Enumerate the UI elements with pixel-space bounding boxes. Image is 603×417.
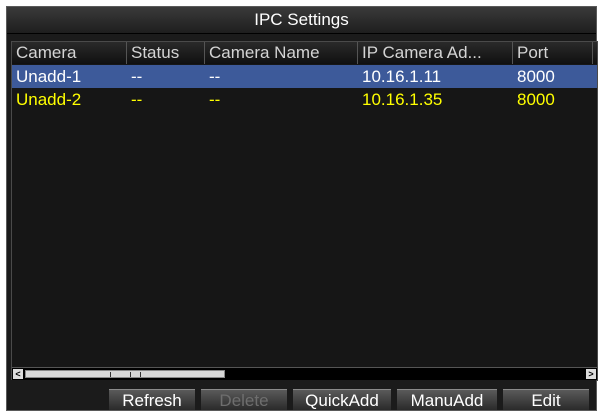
cell-ip-address: 10.16.1.11: [362, 67, 442, 86]
column-header-camera[interactable]: Camera: [12, 42, 127, 64]
column-header-port[interactable]: Port: [513, 42, 593, 64]
table-header: Camera Status Camera Name IP Camera Ad..…: [12, 42, 597, 64]
scroll-grip-mark: [110, 372, 111, 377]
column-header-camera-name[interactable]: Camera Name: [205, 42, 358, 64]
camera-table: Camera Status Camera Name IP Camera Ad..…: [11, 41, 598, 381]
cell-port: 8000: [517, 67, 555, 86]
button-bar: Refresh Delete QuickAdd ManuAdd Edit: [7, 380, 596, 410]
cell-type: D: [593, 88, 597, 111]
cell-camera-name: --: [209, 90, 221, 109]
scroll-grip-mark: [140, 372, 141, 377]
table-row[interactable]: Unadd-2 -- -- 10.16.1.35 8000 D: [12, 88, 597, 111]
quickadd-button[interactable]: QuickAdd: [293, 389, 391, 410]
scroll-left-icon[interactable]: <: [13, 369, 23, 379]
column-header-type[interactable]: T: [593, 42, 597, 64]
edit-button[interactable]: Edit: [503, 389, 589, 410]
cell-ip-address: 10.16.1.35: [362, 90, 443, 109]
cell-type: i: [593, 65, 597, 88]
scroll-grip-mark: [130, 372, 131, 377]
cell-status: --: [131, 67, 143, 86]
scroll-right-icon[interactable]: >: [586, 369, 596, 379]
cell-camera: Unadd-1: [16, 67, 82, 86]
horizontal-scrollbar[interactable]: < >: [12, 367, 597, 380]
cell-status: --: [131, 90, 143, 109]
scroll-thumb[interactable]: [25, 370, 225, 378]
window-title: IPC Settings: [7, 7, 596, 34]
refresh-button[interactable]: Refresh: [109, 389, 195, 410]
manuadd-button[interactable]: ManuAdd: [397, 389, 497, 410]
column-header-status[interactable]: Status: [127, 42, 205, 64]
delete-button[interactable]: Delete: [201, 389, 287, 410]
table-row[interactable]: Unadd-1 -- -- 10.16.1.11 8000 i: [12, 65, 597, 88]
cell-camera-name: --: [209, 67, 221, 86]
ipc-settings-window: IPC Settings Camera Status Camera Name I…: [6, 6, 598, 411]
cell-port: 8000: [517, 90, 555, 109]
column-header-ip-address[interactable]: IP Camera Ad...: [358, 42, 513, 64]
cell-camera: Unadd-2: [16, 90, 82, 109]
